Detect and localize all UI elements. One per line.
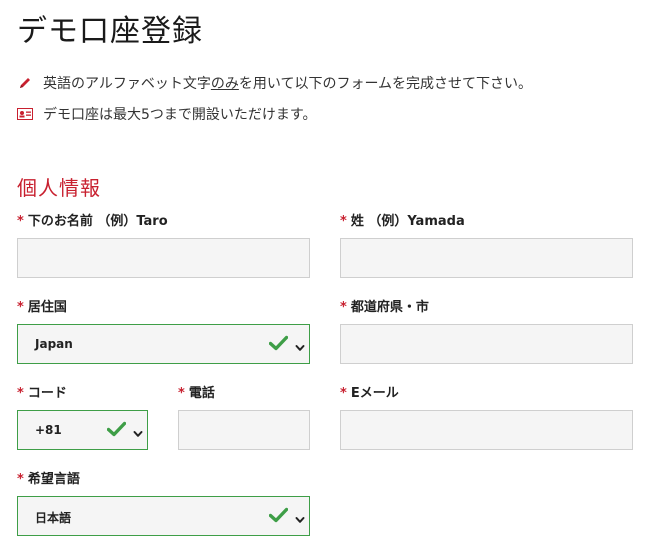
- language-value: 日本語: [35, 511, 72, 525]
- country-value: Japan: [35, 337, 73, 351]
- check-icon: [268, 335, 289, 355]
- instruction-text: 英語のアルファベット文字のみを用いて以下のフォームを完成させて下さい。: [43, 76, 533, 92]
- email-input[interactable]: [340, 410, 633, 450]
- page-title: デモ口座登録: [17, 14, 203, 49]
- chevron-down-icon: [295, 510, 305, 529]
- language-label: * 希望言語: [17, 472, 80, 487]
- chevron-down-icon: [133, 424, 143, 443]
- city-label: * 都道府県・市: [340, 300, 429, 315]
- language-select[interactable]: 日本語: [17, 496, 310, 536]
- country-label: * 居住国: [17, 300, 67, 315]
- instruction-note: 英語のアルファベット文字のみを用いて以下のフォームを完成させて下さい。: [17, 73, 532, 93]
- section-title-personal-info: 個人情報: [17, 176, 101, 200]
- last-name-input[interactable]: [340, 238, 633, 278]
- code-select[interactable]: +81: [17, 410, 148, 450]
- first-name-label: * 下のお名前 （例）Taro: [17, 214, 168, 229]
- last-name-label: * 姓 （例）Yamada: [340, 214, 465, 229]
- chevron-down-icon: [295, 338, 305, 357]
- check-icon: [106, 421, 127, 441]
- check-icon: [268, 507, 289, 527]
- pencil-icon: [17, 75, 33, 91]
- phone-input[interactable]: [178, 410, 310, 450]
- phone-label: * 電話: [178, 386, 215, 401]
- country-select[interactable]: Japan: [17, 324, 310, 364]
- limit-note: デモ口座は最大5つまで開設いただけます。: [17, 104, 317, 124]
- email-label: * Eメール: [340, 386, 399, 401]
- code-value: +81: [35, 423, 62, 437]
- limit-text: デモ口座は最大5つまで開設いただけます。: [43, 107, 317, 123]
- city-input[interactable]: [340, 324, 633, 364]
- code-label: * コード: [17, 386, 67, 401]
- id-card-icon: [17, 106, 33, 122]
- first-name-input[interactable]: [17, 238, 310, 278]
